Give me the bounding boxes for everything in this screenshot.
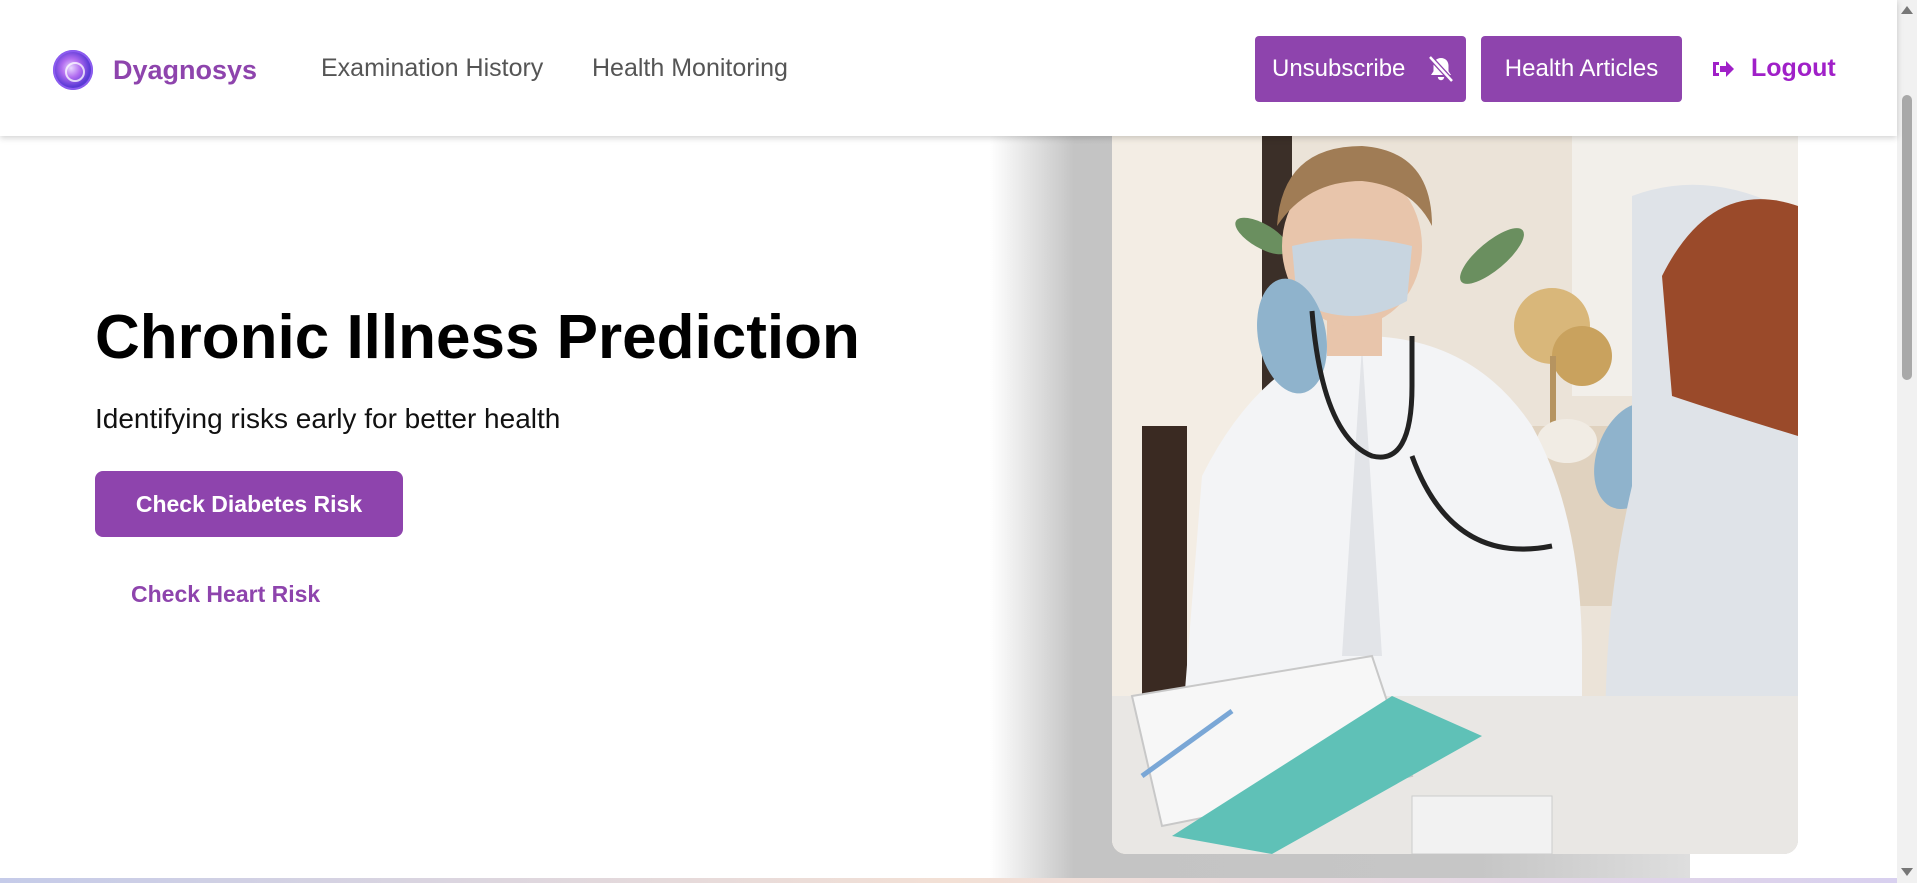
unsubscribe-button[interactable]: Unsubscribe [1255,36,1466,102]
check-diabetes-risk-button[interactable]: Check Diabetes Risk [95,471,403,537]
doctor-illustration [1112,136,1798,854]
hero-image [1112,136,1798,854]
logout-link[interactable]: Logout [1710,54,1836,83]
unsubscribe-label: Unsubscribe [1272,55,1406,82]
bell-slash-icon [1428,55,1455,83]
hero-subtitle: Identifying risks early for better healt… [95,403,561,434]
nav-examination-history[interactable]: Examination History [321,54,543,83]
nav-health-monitoring[interactable]: Health Monitoring [592,54,788,83]
health-articles-button[interactable]: Health Articles [1481,36,1682,102]
sign-out-icon [1713,60,1734,77]
bottom-edge [0,878,1897,883]
brand-logo-icon [53,50,93,90]
scroll-down-arrow-icon[interactable] [1901,868,1913,876]
check-heart-risk-link[interactable]: Check Heart Risk [131,581,320,608]
brand-name: Dyagnosys [113,54,258,85]
scroll-up-arrow-icon[interactable] [1901,6,1913,14]
top-navbar: Dyagnosys Examination History Health Mon… [0,0,1897,136]
hero-title: Chronic Illness Prediction [95,303,860,372]
vertical-scrollbar[interactable] [1897,0,1917,883]
scroll-thumb[interactable] [1902,95,1912,380]
logout-label: Logout [1751,54,1836,82]
brand[interactable]: Dyagnosys [53,50,257,90]
page: Dyagnosys Examination History Health Mon… [0,0,1917,883]
